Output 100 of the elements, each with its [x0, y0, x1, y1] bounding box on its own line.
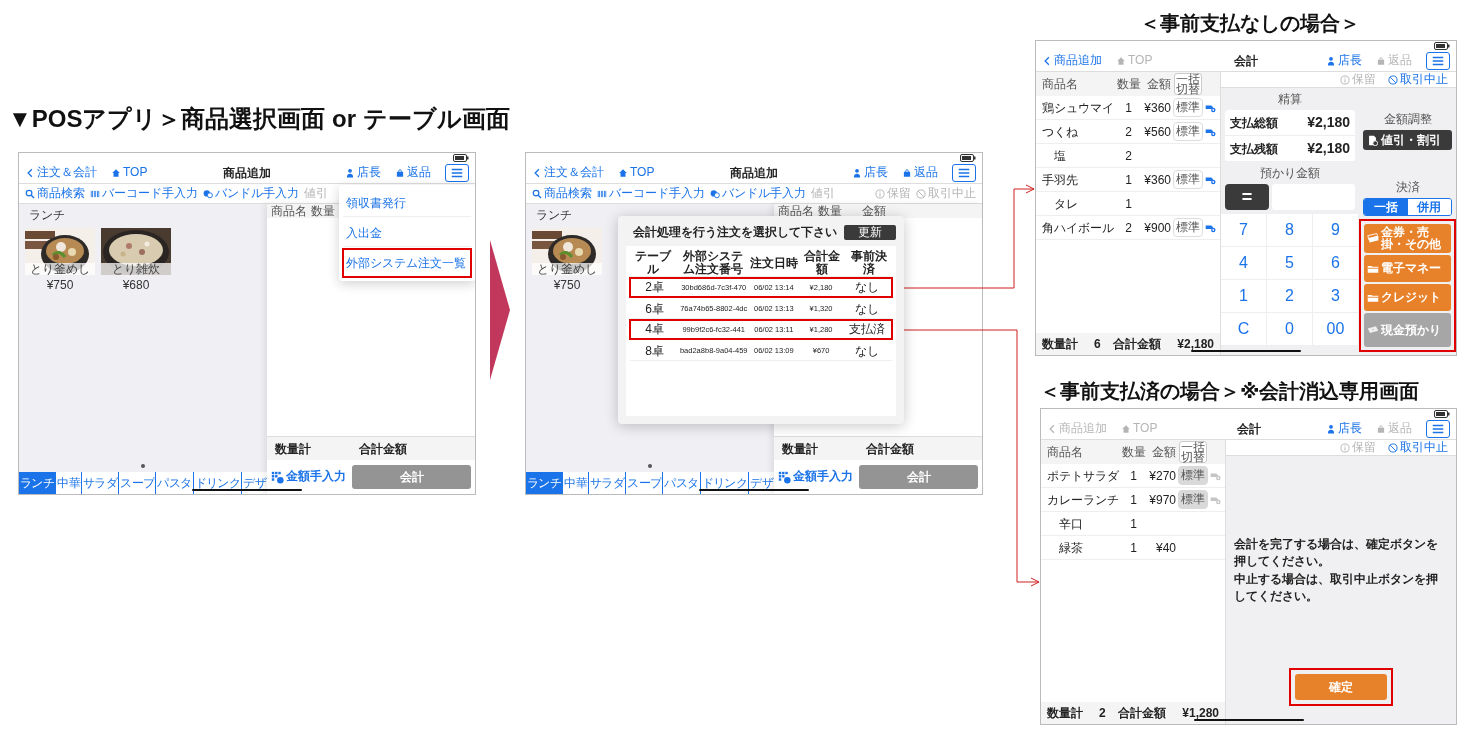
table-cell-text: 8卓 [644, 344, 665, 358]
total-amount: ¥2,180 [1177, 336, 1214, 353]
manual-amount-link[interactable]: 金額手入力 [271, 470, 346, 484]
equals-button[interactable]: = [1225, 184, 1269, 210]
top-link[interactable]: TOP [618, 165, 655, 180]
section-label: 預かり金額 [1260, 165, 1320, 182]
category-tab[interactable]: スープ [119, 472, 157, 494]
item-name: ポテトサラダ [1047, 467, 1120, 485]
item-quantity: 1 [1124, 99, 1133, 117]
section-heading: ＜事前支払済の場合＞※会計消込専用画面 [1040, 380, 1420, 402]
screen-title: 商品追加 [223, 164, 271, 182]
category-tab[interactable]: パスタ [663, 472, 701, 494]
return-link[interactable]: 返品 [902, 165, 938, 180]
toolbar-link[interactable]: 取引中止 [1388, 72, 1448, 87]
category-tab[interactable]: サラダ [82, 472, 120, 494]
staff-link[interactable]: 店長 [345, 165, 381, 180]
staff-link[interactable]: 店長 [852, 165, 888, 180]
table-cell-text: 4卓 [644, 323, 665, 336]
total-label: 合計金額 [1117, 705, 1166, 722]
toolbar-link[interactable]: 取引中止 [1388, 440, 1448, 455]
item-quantity: 1 [1129, 515, 1138, 533]
product-price: ¥680 [122, 277, 150, 294]
keypad-key[interactable]: 2 [1267, 280, 1313, 313]
category-tab[interactable]: パスタ [156, 472, 194, 494]
option-button[interactable]: 標準 [1173, 217, 1203, 238]
segment-button[interactable]: 一括 [1364, 198, 1408, 215]
top-link[interactable]: TOP [111, 165, 148, 180]
quantity-total: 2 [1099, 705, 1106, 722]
category-tab[interactable]: サラダ [589, 472, 627, 494]
item-quantity: 1 [1129, 539, 1138, 557]
toolbar-link[interactable]: バーコード手入力 [597, 186, 705, 201]
keypad-key[interactable]: 6 [1313, 247, 1359, 280]
keypad-key[interactable]: C [1221, 313, 1267, 346]
keypad-key[interactable]: 0 [1267, 313, 1313, 346]
section-label: 金額調整 [1383, 111, 1432, 128]
section-label: 精算 [1278, 91, 1302, 108]
column-header: 数量 [311, 203, 336, 220]
return-link[interactable]: 返品 [395, 165, 431, 180]
category-label: ランチ [535, 207, 573, 224]
category-tab[interactable]: ランチ [19, 472, 57, 494]
instruction-text: 会計を完了する場合は、確定ボタンを押してください。 中止する場合は、取引中止ボタンを押してください。 [1234, 536, 1439, 606]
keypad-key[interactable]: 9 [1313, 214, 1359, 247]
keypad-key[interactable]: 7 [1221, 214, 1267, 247]
category-tab[interactable]: スープ [626, 472, 664, 494]
total-amount: ¥1,280 [1182, 705, 1219, 722]
product-name[interactable]: とり雑炊 [101, 263, 171, 275]
item-name: つくね [1042, 123, 1079, 141]
toolbar-link[interactable]: バンドル手入力 [203, 186, 299, 201]
payment-button[interactable]: 金券・売掛・その他 [1364, 223, 1451, 253]
keypad-key[interactable]: 1 [1221, 280, 1267, 313]
item-amount: ¥270 [1148, 467, 1177, 485]
item-amount: ¥360 [1143, 171, 1172, 189]
option-button[interactable]: 標準 [1173, 121, 1203, 142]
payment-button[interactable]: 電子マネー [1364, 255, 1451, 282]
item-quantity: 1 [1129, 491, 1138, 509]
item-quantity: 2 [1124, 147, 1133, 165]
payment-button[interactable]: クレジット [1364, 284, 1451, 311]
category-tab[interactable]: ランチ [526, 472, 564, 494]
bulk-switch-button[interactable]: 一括 切替 [1179, 441, 1207, 463]
keypad-key[interactable]: 4 [1221, 247, 1267, 280]
keypad-key[interactable]: 3 [1313, 280, 1359, 313]
confirm-button[interactable]: 確定 [1295, 674, 1387, 700]
quantity-total: 6 [1094, 336, 1101, 353]
manual-amount-link[interactable]: 金額手入力 [778, 470, 853, 484]
toolbar-link[interactable]: 商品検索 [532, 186, 592, 201]
option-button[interactable]: 標準 [1173, 97, 1203, 118]
screen-title: 商品追加 [730, 164, 778, 182]
product-price: ¥750 [553, 277, 581, 294]
menu-item[interactable]: 外部システム注文一覧 [342, 248, 472, 278]
option-button[interactable]: 標準 [1173, 169, 1203, 190]
product-price: ¥750 [46, 277, 74, 294]
toolbar-link[interactable]: バーコード手入力 [90, 186, 198, 201]
item-name: 手羽先 [1042, 171, 1079, 189]
toolbar-link[interactable]: 商品検索 [25, 186, 85, 201]
product-name[interactable]: とり釜めし [532, 263, 602, 275]
toolbar-link[interactable]: バンドル手入力 [710, 186, 806, 201]
segment-button[interactable]: 併用 [1407, 198, 1451, 215]
keypad-key[interactable]: 00 [1313, 313, 1359, 346]
keypad-key[interactable]: 5 [1267, 247, 1313, 280]
refresh-button[interactable]: 更新 [844, 224, 896, 240]
discount-button[interactable]: 値引・割引 [1363, 130, 1452, 150]
back-link[interactable]: 注文＆会計 [25, 165, 97, 180]
category-tab[interactable]: 中華 [563, 472, 589, 494]
back-link[interactable]: 商品追加 [1042, 53, 1102, 68]
summary-label: 支払総額 [1230, 114, 1278, 132]
staff-link[interactable]: 店長 [1326, 53, 1362, 68]
item-name: カレーランチ [1047, 491, 1120, 509]
category-tab[interactable]: 中華 [56, 472, 82, 494]
item-amount: ¥970 [1148, 491, 1177, 509]
item-name: 辛口 [1058, 515, 1084, 533]
total-label: 合計金額 [359, 440, 407, 458]
item-amount: ¥40 [1154, 539, 1177, 557]
back-link[interactable]: 注文＆会計 [532, 165, 604, 180]
keypad-key[interactable]: 8 [1267, 214, 1313, 247]
column-header: 数量 [1121, 444, 1146, 461]
product-name[interactable]: とり釜めし [25, 263, 95, 275]
section-heading: ＜事前支払なしの場合＞ [1140, 12, 1360, 34]
bulk-switch-button[interactable]: 一括 切替 [1174, 73, 1202, 95]
staff-link[interactable]: 店長 [1326, 421, 1362, 436]
item-name: 緑茶 [1058, 539, 1084, 557]
